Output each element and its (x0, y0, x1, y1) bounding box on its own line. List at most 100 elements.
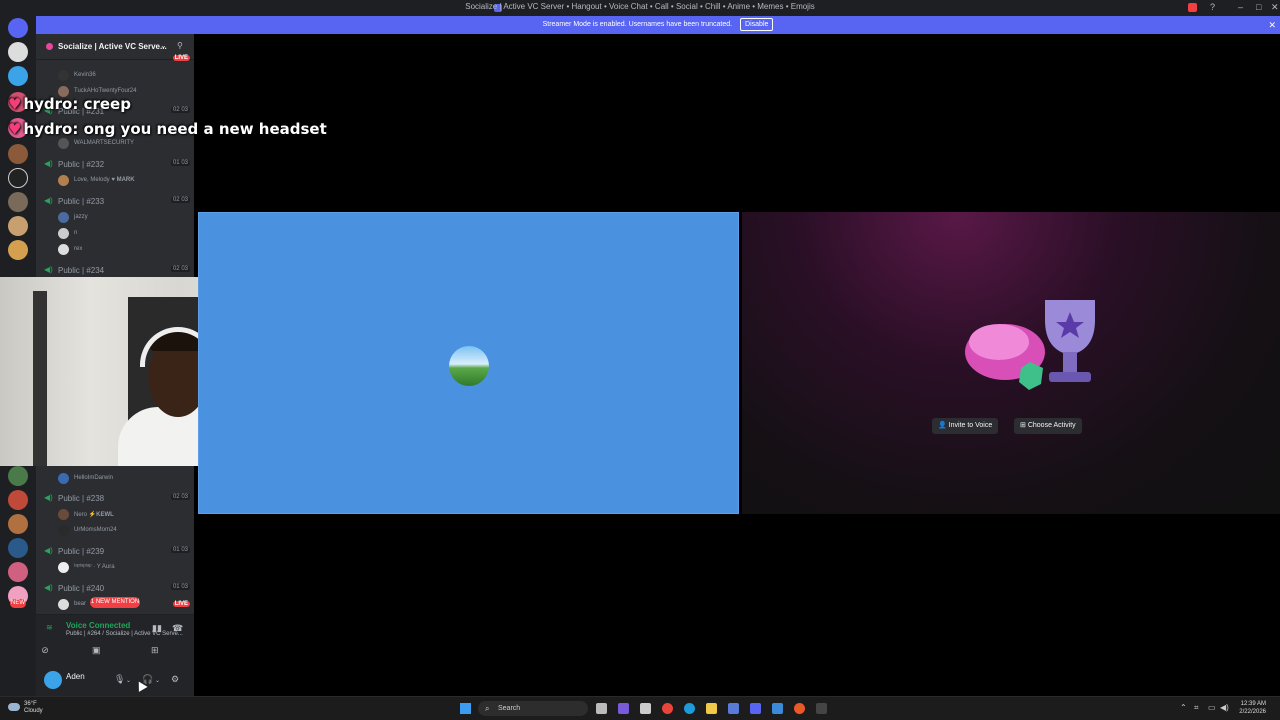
voice-user[interactable]: UrMomsMom24 (58, 524, 188, 538)
avatar (58, 473, 69, 484)
invite-to-voice-button[interactable]: 👤 Invite to Voice (932, 418, 999, 434)
channel-user-count: 02 03 (170, 266, 190, 272)
voice-user[interactable]: rex (58, 243, 188, 257)
avatar (58, 244, 69, 255)
voice-user[interactable]: Kevin36 (58, 69, 188, 83)
voice-user[interactable]: Love, Melody ♥ MARK (58, 174, 188, 188)
voice-user[interactable]: ᵗᵃᵖᵗᵃᵖᵗᵃᵖ · Y Aura (58, 561, 188, 575)
new-badge: NEW (10, 599, 26, 608)
channel-label: Public | #232 (58, 160, 105, 169)
username: Love, Melody ♥ MARK (74, 177, 135, 183)
server-icon[interactable] (8, 514, 28, 534)
activities-icon[interactable]: ⊞ (151, 645, 159, 656)
add-user-icon: 👤 (938, 422, 947, 429)
clock-date: 2/22/2026 (1239, 709, 1266, 715)
voice-channel-name[interactable]: Public | #264 / Socialize | Active VC Se… (66, 631, 183, 637)
add-member-icon[interactable]: ⚲ (177, 41, 183, 50)
chevron-down-icon[interactable]: ⌄ (155, 677, 160, 684)
server-icon[interactable] (8, 192, 28, 212)
terminal-icon[interactable] (816, 703, 827, 714)
volume-icon[interactable]: ◀) (1220, 703, 1229, 712)
voice-user[interactable]: n (58, 227, 188, 241)
server-header[interactable]: Socialize | Active VC Serve... ⌄ ⚲ (36, 34, 194, 60)
avatar[interactable] (44, 671, 62, 689)
microphone-icon[interactable]: 🎙 (114, 674, 125, 685)
disconnect-icon[interactable]: ☎ (172, 623, 183, 634)
windows-taskbar: 36°F Cloudy ⌕ Search ⌃ ⌗ ▭ ◀) 12:39 AM 2/… (0, 696, 1280, 720)
chevron-down-icon[interactable]: ⌄ (126, 677, 131, 684)
new-mention-pill[interactable]: 1 NEW MENTION (90, 597, 140, 608)
avatar (58, 228, 69, 239)
server-icon[interactable] (8, 466, 28, 486)
disable-streamer-mode-button[interactable]: Disable (740, 18, 774, 31)
voice-status[interactable]: Voice Connected (66, 621, 130, 630)
speaker-icon: ◀) (44, 583, 53, 592)
windows-start-icon[interactable] (460, 703, 471, 714)
server-icon[interactable] (8, 42, 28, 62)
screen-share-icon[interactable]: ▣ (92, 645, 101, 656)
gear-icon[interactable]: ⚙ (171, 674, 179, 685)
voice-participant-tile[interactable] (198, 212, 739, 514)
voice-channel-238[interactable]: ◀) Public | #238 02 03 (44, 492, 190, 506)
discord-taskbar-icon[interactable] (750, 703, 761, 714)
voice-connected-panel: ≋ Voice Connected Public | #264 / Social… (36, 614, 194, 664)
connection-signal-icon[interactable]: ≋ (46, 623, 53, 632)
username: rex (74, 246, 83, 252)
speaker-icon: ◀) (44, 265, 53, 274)
chevron-down-icon[interactable]: ⌄ (160, 41, 167, 50)
user-name[interactable]: Aden (66, 672, 85, 681)
voice-channel-232[interactable]: ◀) Public | #232 01 03 (44, 158, 190, 172)
close-banner-icon[interactable]: ✕ (1268, 16, 1276, 34)
voice-channel-233[interactable]: ◀) Public | #233 02 03 (44, 195, 190, 209)
app-icon[interactable] (618, 703, 629, 714)
server-icon[interactable] (8, 562, 28, 582)
avatar (58, 525, 69, 536)
chrome-icon[interactable] (662, 703, 673, 714)
avatar (58, 509, 69, 520)
speaker-icon: ◀) (44, 493, 53, 502)
chat-text: creep (83, 95, 131, 113)
file-manager-icon[interactable] (596, 703, 607, 714)
edge-icon[interactable] (684, 703, 695, 714)
app-icon[interactable] (640, 703, 651, 714)
trophy-illustration-icon (965, 300, 1095, 390)
chat-text: ong you need a new headset (83, 120, 327, 138)
voice-user[interactable]: WALMARTSECURITY (58, 137, 188, 151)
app-icon[interactable] (728, 703, 739, 714)
system-clock[interactable]: 12:39 AM 2/22/2026 (1232, 700, 1266, 716)
network-icon[interactable]: ⌗ (1194, 703, 1199, 713)
avatar (58, 212, 69, 223)
cloud-icon (8, 703, 20, 711)
close-window-button[interactable]: ✕ (1271, 2, 1279, 13)
voice-user[interactable]: jazzy (58, 211, 188, 225)
minimize-button[interactable]: – (1238, 2, 1243, 12)
voice-channel-234[interactable]: ◀) Public | #234 02 03 (44, 264, 190, 278)
user-panel: Aden 🎙 ⌄ 🎧 ⌄ ⚙ (36, 664, 194, 696)
server-icon[interactable] (8, 490, 28, 510)
voice-user[interactable]: Nero ⚡KEWL (58, 508, 188, 522)
choose-activity-button[interactable]: ⊞ Choose Activity (1014, 418, 1082, 434)
username: UrMomsMom24 (74, 527, 117, 533)
camera-off-icon[interactable]: ⊘ (34, 645, 56, 656)
taskbar-search[interactable]: ⌕ Search (478, 701, 588, 716)
server-icon[interactable] (8, 538, 28, 558)
tray-chevron-icon[interactable]: ⌃ (1180, 703, 1187, 712)
folder-icon[interactable] (706, 703, 717, 714)
direct-messages-icon[interactable] (8, 18, 28, 38)
avatar (58, 138, 69, 149)
noise-suppression-icon[interactable]: ▮▮ (152, 623, 162, 634)
app-icon[interactable] (772, 703, 783, 714)
voice-channel-240[interactable]: ◀) Public | #240 01 03 (44, 582, 190, 596)
server-icon[interactable] (8, 66, 28, 86)
server-icon[interactable] (8, 144, 28, 164)
app-icon[interactable] (794, 703, 805, 714)
voice-channel-239[interactable]: ◀) Public | #239 01 03 (44, 545, 190, 559)
help-icon[interactable]: ? (1210, 2, 1215, 12)
server-icon[interactable] (8, 216, 28, 236)
voice-user[interactable]: HelloImDarwin (58, 472, 188, 486)
server-icon[interactable] (8, 168, 28, 188)
server-icon[interactable] (8, 240, 28, 260)
maximize-button[interactable]: □ (1256, 2, 1261, 12)
battery-icon[interactable]: ▭ (1208, 703, 1216, 712)
inbox-icon[interactable] (1188, 3, 1197, 12)
